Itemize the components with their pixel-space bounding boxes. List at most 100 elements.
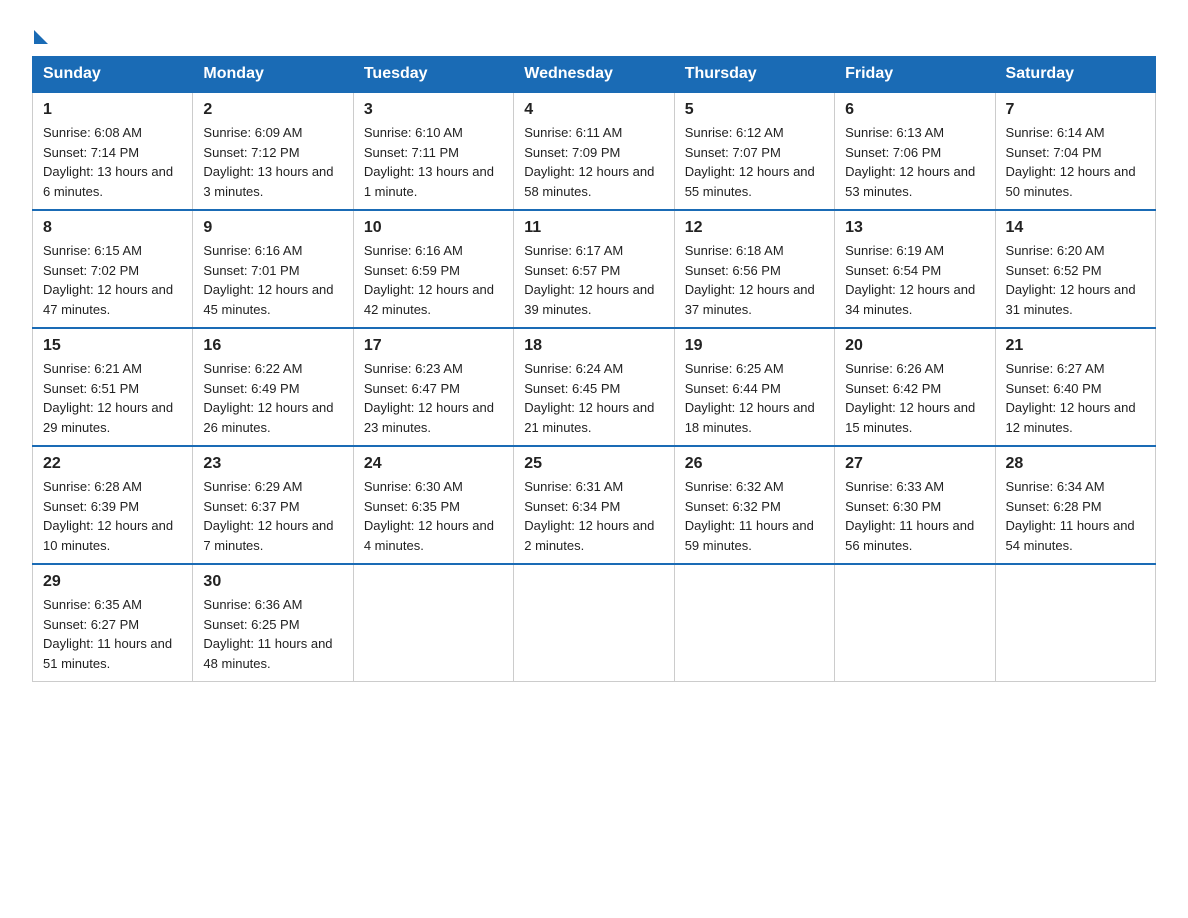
day-number: 1 xyxy=(43,101,182,119)
calendar-cell xyxy=(353,564,513,682)
logo-arrow-icon xyxy=(34,30,48,44)
day-info: Sunrise: 6:13 AMSunset: 7:06 PMDaylight:… xyxy=(845,123,984,201)
calendar-cell: 4 Sunrise: 6:11 AMSunset: 7:09 PMDaylight… xyxy=(514,92,674,210)
day-info: Sunrise: 6:35 AMSunset: 6:27 PMDaylight:… xyxy=(43,595,182,673)
day-info: Sunrise: 6:26 AMSunset: 6:42 PMDaylight:… xyxy=(845,359,984,437)
calendar-header-row: SundayMondayTuesdayWednesdayThursdayFrid… xyxy=(33,57,1156,93)
calendar-week-row: 29 Sunrise: 6:35 AMSunset: 6:27 PMDayligh… xyxy=(33,564,1156,682)
calendar-cell: 30 Sunrise: 6:36 AMSunset: 6:25 PMDayligh… xyxy=(193,564,353,682)
day-info: Sunrise: 6:27 AMSunset: 6:40 PMDaylight:… xyxy=(1006,359,1145,437)
day-info: Sunrise: 6:11 AMSunset: 7:09 PMDaylight:… xyxy=(524,123,663,201)
calendar-cell: 15 Sunrise: 6:21 AMSunset: 6:51 PMDayligh… xyxy=(33,328,193,446)
day-info: Sunrise: 6:12 AMSunset: 7:07 PMDaylight:… xyxy=(685,123,824,201)
page-header xyxy=(32,24,1156,40)
calendar-cell: 25 Sunrise: 6:31 AMSunset: 6:34 PMDayligh… xyxy=(514,446,674,564)
calendar-header-friday: Friday xyxy=(835,57,995,93)
day-info: Sunrise: 6:23 AMSunset: 6:47 PMDaylight:… xyxy=(364,359,503,437)
day-info: Sunrise: 6:21 AMSunset: 6:51 PMDaylight:… xyxy=(43,359,182,437)
calendar-cell: 17 Sunrise: 6:23 AMSunset: 6:47 PMDayligh… xyxy=(353,328,513,446)
day-info: Sunrise: 6:34 AMSunset: 6:28 PMDaylight:… xyxy=(1006,477,1145,555)
day-number: 23 xyxy=(203,455,342,473)
calendar-cell xyxy=(674,564,834,682)
day-info: Sunrise: 6:30 AMSunset: 6:35 PMDaylight:… xyxy=(364,477,503,555)
calendar-cell: 10Sunrise: 6:16 AMSunset: 6:59 PMDayligh… xyxy=(353,210,513,328)
calendar-table: SundayMondayTuesdayWednesdayThursdayFrid… xyxy=(32,56,1156,682)
day-info: Sunrise: 6:20 AMSunset: 6:52 PMDaylight:… xyxy=(1006,241,1145,319)
calendar-cell: 16 Sunrise: 6:22 AMSunset: 6:49 PMDayligh… xyxy=(193,328,353,446)
day-number: 6 xyxy=(845,101,984,119)
calendar-cell xyxy=(514,564,674,682)
calendar-week-row: 22 Sunrise: 6:28 AMSunset: 6:39 PMDayligh… xyxy=(33,446,1156,564)
calendar-cell: 8Sunrise: 6:15 AMSunset: 7:02 PMDaylight… xyxy=(33,210,193,328)
calendar-cell: 9 Sunrise: 6:16 AMSunset: 7:01 PMDaylight… xyxy=(193,210,353,328)
calendar-cell: 7 Sunrise: 6:14 AMSunset: 7:04 PMDaylight… xyxy=(995,92,1155,210)
day-info: Sunrise: 6:17 AMSunset: 6:57 PMDaylight:… xyxy=(524,241,663,319)
calendar-cell: 23Sunrise: 6:29 AMSunset: 6:37 PMDayligh… xyxy=(193,446,353,564)
day-number: 22 xyxy=(43,455,182,473)
day-info: Sunrise: 6:08 AMSunset: 7:14 PMDaylight:… xyxy=(43,123,182,201)
day-number: 27 xyxy=(845,455,984,473)
calendar-cell: 18Sunrise: 6:24 AMSunset: 6:45 PMDayligh… xyxy=(514,328,674,446)
day-number: 13 xyxy=(845,219,984,237)
calendar-week-row: 1 Sunrise: 6:08 AMSunset: 7:14 PMDaylight… xyxy=(33,92,1156,210)
day-number: 3 xyxy=(364,101,503,119)
day-number: 4 xyxy=(524,101,663,119)
day-number: 10 xyxy=(364,219,503,237)
day-info: Sunrise: 6:33 AMSunset: 6:30 PMDaylight:… xyxy=(845,477,984,555)
day-info: Sunrise: 6:09 AMSunset: 7:12 PMDaylight:… xyxy=(203,123,342,201)
calendar-week-row: 15 Sunrise: 6:21 AMSunset: 6:51 PMDayligh… xyxy=(33,328,1156,446)
logo xyxy=(32,24,48,40)
calendar-header-tuesday: Tuesday xyxy=(353,57,513,93)
calendar-cell: 2 Sunrise: 6:09 AMSunset: 7:12 PMDaylight… xyxy=(193,92,353,210)
day-info: Sunrise: 6:22 AMSunset: 6:49 PMDaylight:… xyxy=(203,359,342,437)
day-info: Sunrise: 6:36 AMSunset: 6:25 PMDaylight:… xyxy=(203,595,342,673)
day-info: Sunrise: 6:18 AMSunset: 6:56 PMDaylight:… xyxy=(685,241,824,319)
day-number: 9 xyxy=(203,219,342,237)
day-number: 25 xyxy=(524,455,663,473)
calendar-cell xyxy=(995,564,1155,682)
day-number: 2 xyxy=(203,101,342,119)
calendar-week-row: 8Sunrise: 6:15 AMSunset: 7:02 PMDaylight… xyxy=(33,210,1156,328)
day-number: 30 xyxy=(203,573,342,591)
day-number: 28 xyxy=(1006,455,1145,473)
day-info: Sunrise: 6:19 AMSunset: 6:54 PMDaylight:… xyxy=(845,241,984,319)
day-info: Sunrise: 6:16 AMSunset: 7:01 PMDaylight:… xyxy=(203,241,342,319)
day-info: Sunrise: 6:25 AMSunset: 6:44 PMDaylight:… xyxy=(685,359,824,437)
calendar-cell: 14 Sunrise: 6:20 AMSunset: 6:52 PMDayligh… xyxy=(995,210,1155,328)
day-number: 21 xyxy=(1006,337,1145,355)
day-info: Sunrise: 6:28 AMSunset: 6:39 PMDaylight:… xyxy=(43,477,182,555)
day-number: 17 xyxy=(364,337,503,355)
day-number: 20 xyxy=(845,337,984,355)
calendar-cell: 13 Sunrise: 6:19 AMSunset: 6:54 PMDayligh… xyxy=(835,210,995,328)
day-number: 12 xyxy=(685,219,824,237)
day-number: 7 xyxy=(1006,101,1145,119)
calendar-cell: 12 Sunrise: 6:18 AMSunset: 6:56 PMDayligh… xyxy=(674,210,834,328)
calendar-cell xyxy=(835,564,995,682)
calendar-cell: 3 Sunrise: 6:10 AMSunset: 7:11 PMDaylight… xyxy=(353,92,513,210)
day-number: 24 xyxy=(364,455,503,473)
day-info: Sunrise: 6:15 AMSunset: 7:02 PMDaylight:… xyxy=(43,241,182,319)
day-info: Sunrise: 6:24 AMSunset: 6:45 PMDaylight:… xyxy=(524,359,663,437)
day-info: Sunrise: 6:10 AMSunset: 7:11 PMDaylight:… xyxy=(364,123,503,201)
day-number: 19 xyxy=(685,337,824,355)
calendar-cell: 5Sunrise: 6:12 AMSunset: 7:07 PMDaylight… xyxy=(674,92,834,210)
calendar-cell: 24 Sunrise: 6:30 AMSunset: 6:35 PMDayligh… xyxy=(353,446,513,564)
calendar-cell: 21 Sunrise: 6:27 AMSunset: 6:40 PMDayligh… xyxy=(995,328,1155,446)
calendar-cell: 1 Sunrise: 6:08 AMSunset: 7:14 PMDaylight… xyxy=(33,92,193,210)
day-number: 29 xyxy=(43,573,182,591)
day-number: 16 xyxy=(203,337,342,355)
calendar-cell: 19 Sunrise: 6:25 AMSunset: 6:44 PMDayligh… xyxy=(674,328,834,446)
calendar-cell: 29 Sunrise: 6:35 AMSunset: 6:27 PMDayligh… xyxy=(33,564,193,682)
calendar-cell: 28 Sunrise: 6:34 AMSunset: 6:28 PMDayligh… xyxy=(995,446,1155,564)
calendar-header-saturday: Saturday xyxy=(995,57,1155,93)
calendar-header-sunday: Sunday xyxy=(33,57,193,93)
calendar-header-monday: Monday xyxy=(193,57,353,93)
calendar-cell: 27 Sunrise: 6:33 AMSunset: 6:30 PMDayligh… xyxy=(835,446,995,564)
calendar-header-thursday: Thursday xyxy=(674,57,834,93)
day-info: Sunrise: 6:14 AMSunset: 7:04 PMDaylight:… xyxy=(1006,123,1145,201)
calendar-header-wednesday: Wednesday xyxy=(514,57,674,93)
day-number: 14 xyxy=(1006,219,1145,237)
day-info: Sunrise: 6:31 AMSunset: 6:34 PMDaylight:… xyxy=(524,477,663,555)
day-number: 15 xyxy=(43,337,182,355)
calendar-cell: 26Sunrise: 6:32 AMSunset: 6:32 PMDayligh… xyxy=(674,446,834,564)
